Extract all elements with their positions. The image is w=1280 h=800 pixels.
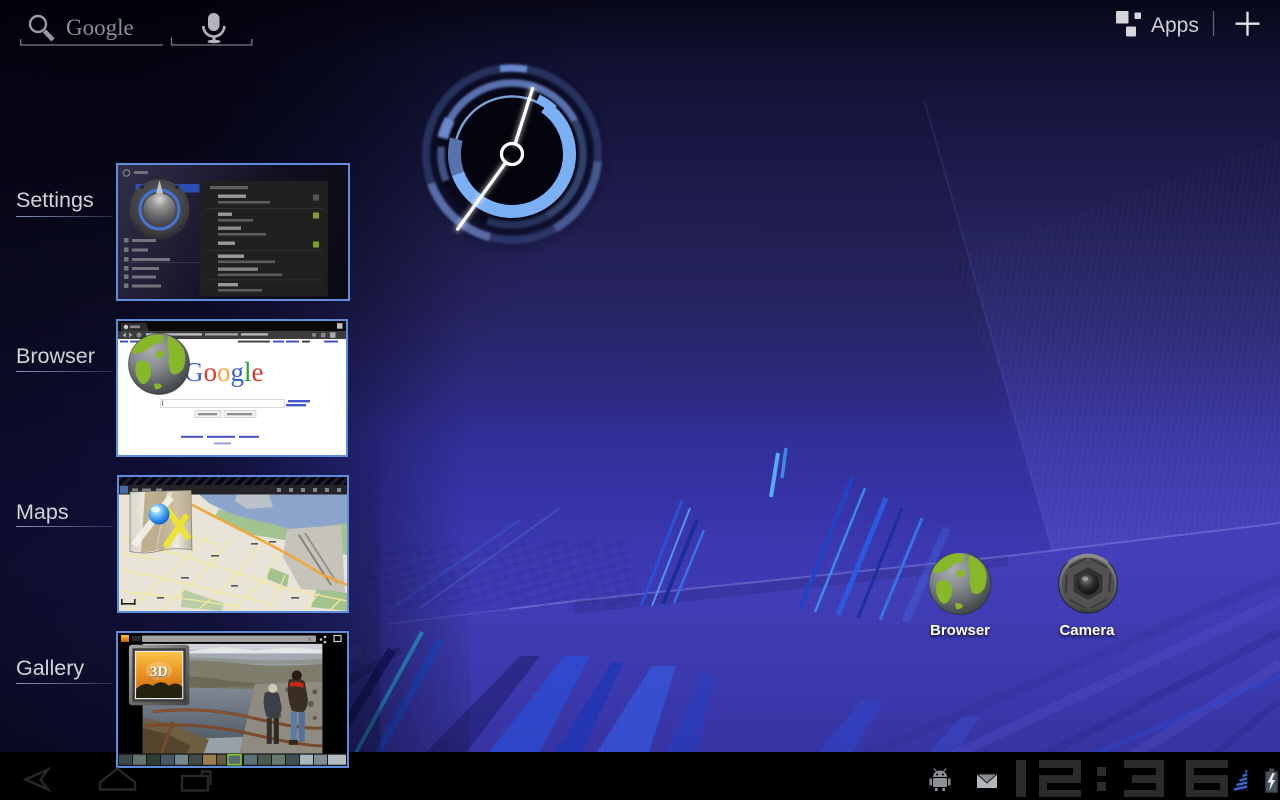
svg-text:Google: Google bbox=[66, 15, 134, 40]
svg-text:3D: 3D bbox=[150, 664, 168, 680]
svg-text:Apps: Apps bbox=[1151, 14, 1199, 37]
svg-text:Google: Google bbox=[184, 357, 264, 387]
svg-text:x: x bbox=[308, 637, 311, 643]
